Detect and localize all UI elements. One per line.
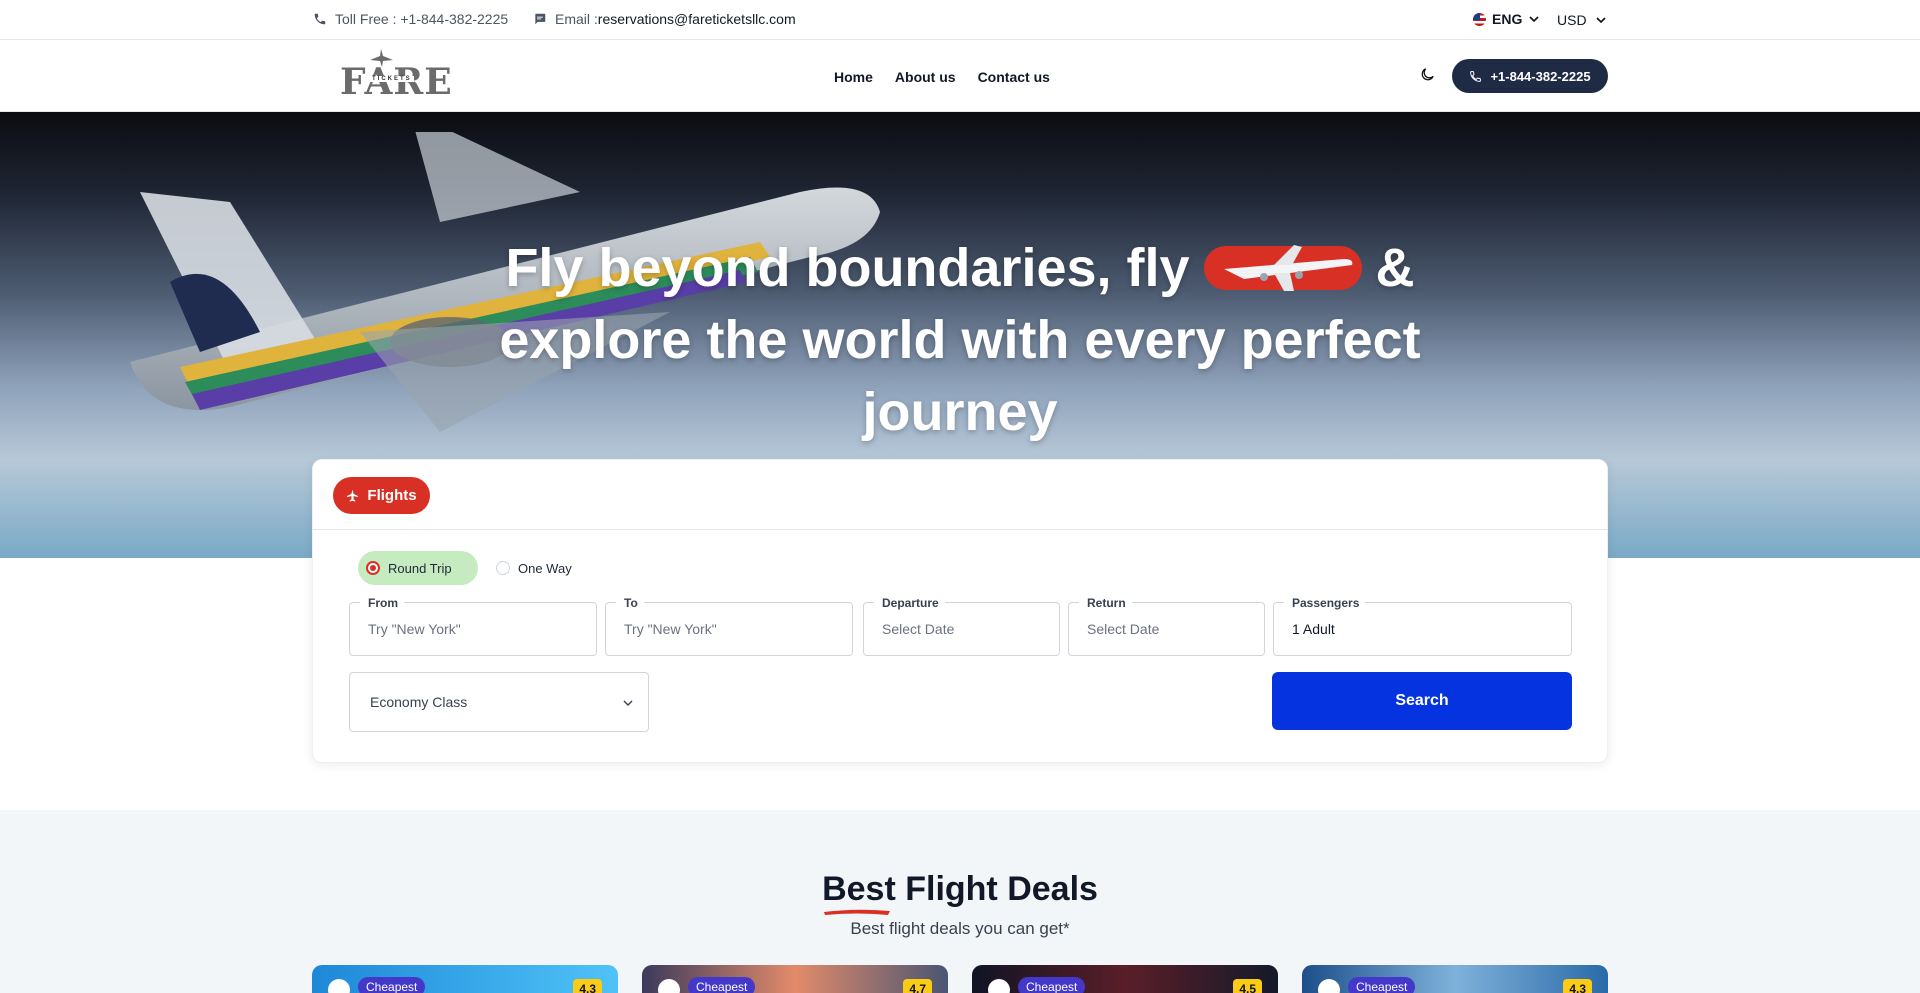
- phone-icon: [314, 13, 326, 25]
- airline-logo: [1318, 979, 1340, 993]
- deal-tag: Cheapest: [1018, 977, 1086, 993]
- nav-about[interactable]: About us: [895, 69, 956, 85]
- hero-title: Fly beyond boundaries, fly & explore the …: [460, 232, 1460, 448]
- from-label: From: [360, 596, 404, 610]
- deal-tag: Cheapest: [688, 977, 756, 993]
- cabin-class-value: Economy Class: [370, 694, 468, 710]
- email[interactable]: Email :reservations@fareticketsllc.com: [533, 11, 796, 27]
- chevron-down-icon: [623, 700, 633, 706]
- airline-logo: [328, 979, 350, 993]
- departure-input[interactable]: Select Date: [882, 621, 954, 637]
- passengers-input[interactable]: 1 Adult: [1292, 621, 1335, 637]
- departure-field[interactable]: Departure Select Date: [863, 596, 1060, 656]
- search-tabs: Flights: [313, 460, 1607, 530]
- to-field[interactable]: To Try "New York": [605, 596, 853, 656]
- deal-card[interactable]: Cheapest 4.3: [1302, 965, 1608, 993]
- nav-contact[interactable]: Contact us: [978, 69, 1050, 85]
- flight-search-card: Flights Round Trip One Way From Try "New…: [312, 459, 1608, 763]
- email-label: Email :: [555, 11, 598, 27]
- hero-title-part1: Fly beyond boundaries, fly: [505, 238, 1190, 298]
- return-field[interactable]: Return Select Date: [1068, 596, 1265, 656]
- deal-card[interactable]: Cheapest 4.3: [312, 965, 618, 993]
- main-nav: FARE TICKETS Home About us Contact us +1…: [0, 40, 1920, 112]
- chevron-down-icon: [1529, 16, 1539, 23]
- airline-logo: [988, 979, 1010, 993]
- deal-rating: 4.7: [903, 979, 932, 993]
- deal-rating: 4.3: [573, 979, 602, 993]
- deals-title-rest: Flight Deals: [895, 870, 1098, 908]
- round-trip-radio[interactable]: Round Trip: [358, 551, 478, 585]
- radio-selected-icon: [366, 561, 380, 575]
- toll-free[interactable]: Toll Free : +1-844-382-2225: [313, 11, 508, 27]
- deals-subtitle: Best flight deals you can get*: [850, 919, 1070, 938]
- underline-swash: [824, 909, 891, 915]
- tab-flights[interactable]: Flights: [333, 477, 430, 514]
- currency-selector[interactable]: USD: [1557, 12, 1607, 28]
- deal-tag: Cheapest: [358, 977, 426, 993]
- currency-value: USD: [1557, 12, 1587, 28]
- one-way-radio[interactable]: One Way: [496, 551, 572, 585]
- top-bar: Toll Free : +1-844-382-2225 Email :reser…: [0, 0, 1920, 40]
- from-input[interactable]: Try "New York": [368, 621, 461, 637]
- passengers-label: Passengers: [1284, 596, 1366, 610]
- to-label: To: [616, 596, 644, 610]
- return-label: Return: [1079, 596, 1132, 610]
- round-trip-label: Round Trip: [388, 560, 452, 576]
- deal-tag: Cheapest: [1348, 977, 1416, 993]
- us-flag-icon: [1473, 12, 1486, 26]
- deal-card[interactable]: Cheapest 4.5: [972, 965, 1278, 993]
- from-field[interactable]: From Try "New York": [349, 596, 597, 656]
- call-button[interactable]: +1-844-382-2225: [1452, 59, 1608, 93]
- best-flight-deals-section: Best Flight Deals Best flight deals you …: [0, 810, 1920, 993]
- chevron-down-icon: [1595, 17, 1606, 24]
- logo[interactable]: FARE TICKETS: [338, 49, 452, 103]
- passengers-field[interactable]: Passengers 1 Adult: [1273, 596, 1572, 656]
- call-button-label: +1-844-382-2225: [1490, 68, 1591, 84]
- language-selector[interactable]: ENG: [1473, 11, 1540, 27]
- moon-icon[interactable]: [1419, 66, 1436, 83]
- one-way-label: One Way: [518, 560, 572, 576]
- plane-icon: [347, 489, 359, 502]
- tab-flights-label: Flights: [367, 487, 417, 504]
- deals-title-first: Best: [822, 870, 896, 908]
- return-input[interactable]: Select Date: [1087, 621, 1159, 637]
- toll-free-text: Toll Free : +1-844-382-2225: [335, 11, 509, 27]
- email-value: reservations@fareticketsllc.com: [597, 11, 796, 27]
- hero-title-part2: &: [1375, 238, 1415, 298]
- deal-rating: 4.3: [1563, 979, 1592, 993]
- airline-logo: [658, 979, 680, 993]
- language-value: ENG: [1492, 11, 1523, 27]
- logo-sub: TICKETS: [370, 76, 414, 82]
- deals-title: Best Flight Deals: [0, 870, 1920, 915]
- nav-links: Home About us Contact us: [834, 69, 1050, 85]
- cabin-class-select[interactable]: Economy Class: [349, 672, 649, 732]
- radio-unselected-icon: [496, 561, 510, 575]
- search-button[interactable]: Search: [1272, 672, 1572, 730]
- phone-icon: [1470, 70, 1482, 82]
- deal-card[interactable]: Cheapest 4.7: [642, 965, 948, 993]
- logo-word: FARE: [340, 61, 453, 103]
- departure-label: Departure: [874, 596, 945, 610]
- message-icon: [535, 13, 546, 25]
- deal-rating: 4.5: [1233, 979, 1262, 993]
- hero-title-part3: explore the world with every perfect jou…: [499, 310, 1421, 442]
- nav-home[interactable]: Home: [834, 69, 873, 85]
- to-input[interactable]: Try "New York": [624, 621, 717, 637]
- red-plane-pill-image: [1203, 244, 1362, 291]
